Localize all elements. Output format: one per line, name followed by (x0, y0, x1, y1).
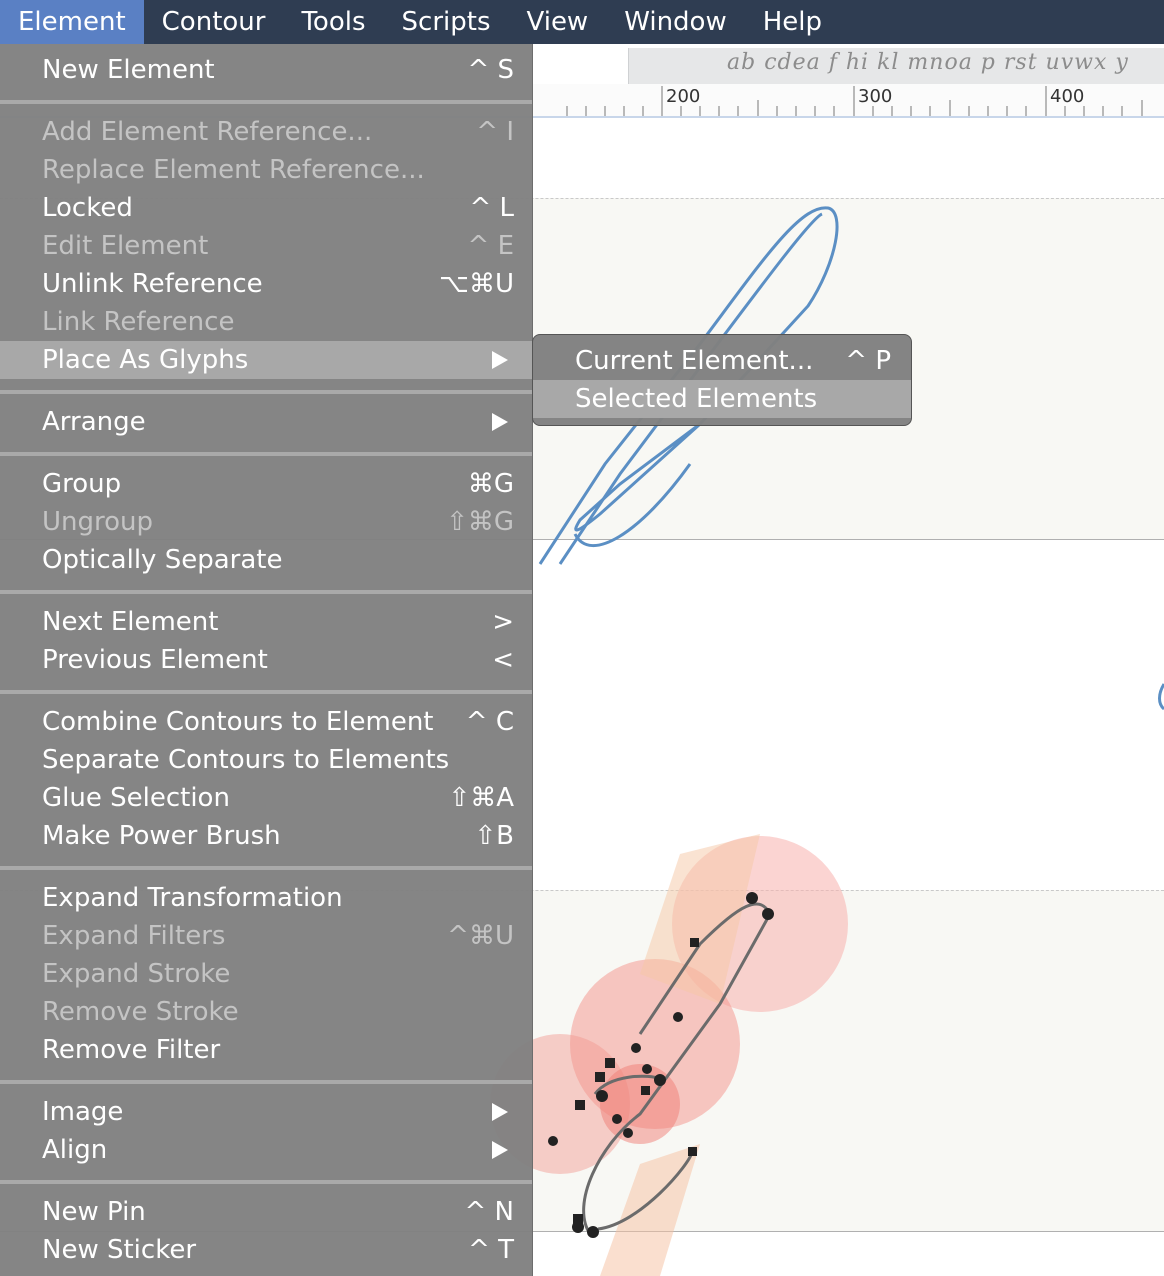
menu-item-locked[interactable]: Locked ^ L (0, 189, 532, 227)
submenu-arrow-icon (492, 1141, 508, 1159)
submenu-arrow-icon (492, 351, 508, 369)
menu-item-new-sticker[interactable]: New Sticker ^ T (0, 1231, 532, 1269)
menu-item-ungroup[interactable]: Ungroup ⇧⌘G (0, 503, 532, 541)
submenu-item-current-element[interactable]: Current Element... ^ P (533, 342, 911, 380)
menu-item-edit-element[interactable]: Edit Element ^ E (0, 227, 532, 265)
menu-item-combine-contours[interactable]: Combine Contours to Element ^ C (0, 703, 532, 741)
menu-window[interactable]: Window (606, 0, 745, 44)
menu-item-expand-filters[interactable]: Expand Filters ^⌘U (0, 917, 532, 955)
menu-item-replace-element-reference[interactable]: Replace Element Reference... (0, 151, 532, 189)
menu-item-arrange[interactable]: Arrange (0, 403, 532, 441)
menu-separator (0, 390, 532, 394)
menu-item-new-pin[interactable]: New Pin ^ N (0, 1193, 532, 1231)
menu-item-add-element-reference[interactable]: Add Element Reference... ^ I (0, 113, 532, 151)
menu-element[interactable]: Element (0, 0, 144, 44)
menu-item-make-power-brush[interactable]: Make Power Brush ⇧B (0, 817, 532, 855)
glyph-outline-upper (538, 206, 1164, 711)
menu-separator (0, 1180, 532, 1184)
submenu-item-selected-elements[interactable]: Selected Elements (533, 380, 911, 418)
menu-item-group[interactable]: Group ⌘G (0, 465, 532, 503)
menu-item-expand-stroke[interactable]: Expand Stroke (0, 955, 532, 993)
menu-tools[interactable]: Tools (283, 0, 383, 44)
menu-separator (0, 1080, 532, 1084)
menu-item-image[interactable]: Image (0, 1093, 532, 1131)
menu-item-link-reference[interactable]: Link Reference (0, 303, 532, 341)
brush-glyph-lower (490, 834, 848, 1276)
menu-item-expand-transformation[interactable]: Expand Transformation (0, 879, 532, 917)
menu-item-remove-filter[interactable]: Remove Filter (0, 1031, 532, 1069)
menu-separator (0, 690, 532, 694)
menu-item-remove-stroke[interactable]: Remove Stroke (0, 993, 532, 1031)
menu-item-place-as-glyphs[interactable]: Place As Glyphs (0, 341, 532, 379)
menu-item-unlink-reference[interactable]: Unlink Reference ⌥⌘U (0, 265, 532, 303)
menu-item-new-element[interactable]: New Element ^ S (0, 51, 532, 89)
place-as-glyphs-submenu: Current Element... ^ P Selected Elements (532, 334, 912, 426)
menu-bar: Element Contour Tools Scripts View Windo… (0, 0, 1164, 44)
element-menu-dropdown: New Element ^ S Add Element Reference...… (0, 44, 533, 1276)
menu-item-previous-element[interactable]: Previous Element < (0, 641, 532, 679)
menu-item-separate-contours[interactable]: Separate Contours to Elements (0, 741, 532, 779)
menu-separator (0, 452, 532, 456)
menu-separator (0, 866, 532, 870)
menu-help[interactable]: Help (745, 0, 840, 44)
menu-item-optically-separate[interactable]: Optically Separate (0, 541, 532, 579)
menu-scripts[interactable]: Scripts (384, 0, 509, 44)
menu-item-align[interactable]: Align (0, 1131, 532, 1169)
menu-separator (0, 590, 532, 594)
menu-item-next-element[interactable]: Next Element > (0, 603, 532, 641)
menu-separator (0, 100, 532, 104)
menu-view[interactable]: View (509, 0, 607, 44)
submenu-arrow-icon (492, 1103, 508, 1121)
menu-item-glue-selection[interactable]: Glue Selection ⇧⌘A (0, 779, 532, 817)
submenu-arrow-icon (492, 413, 508, 431)
menu-contour[interactable]: Contour (144, 0, 284, 44)
